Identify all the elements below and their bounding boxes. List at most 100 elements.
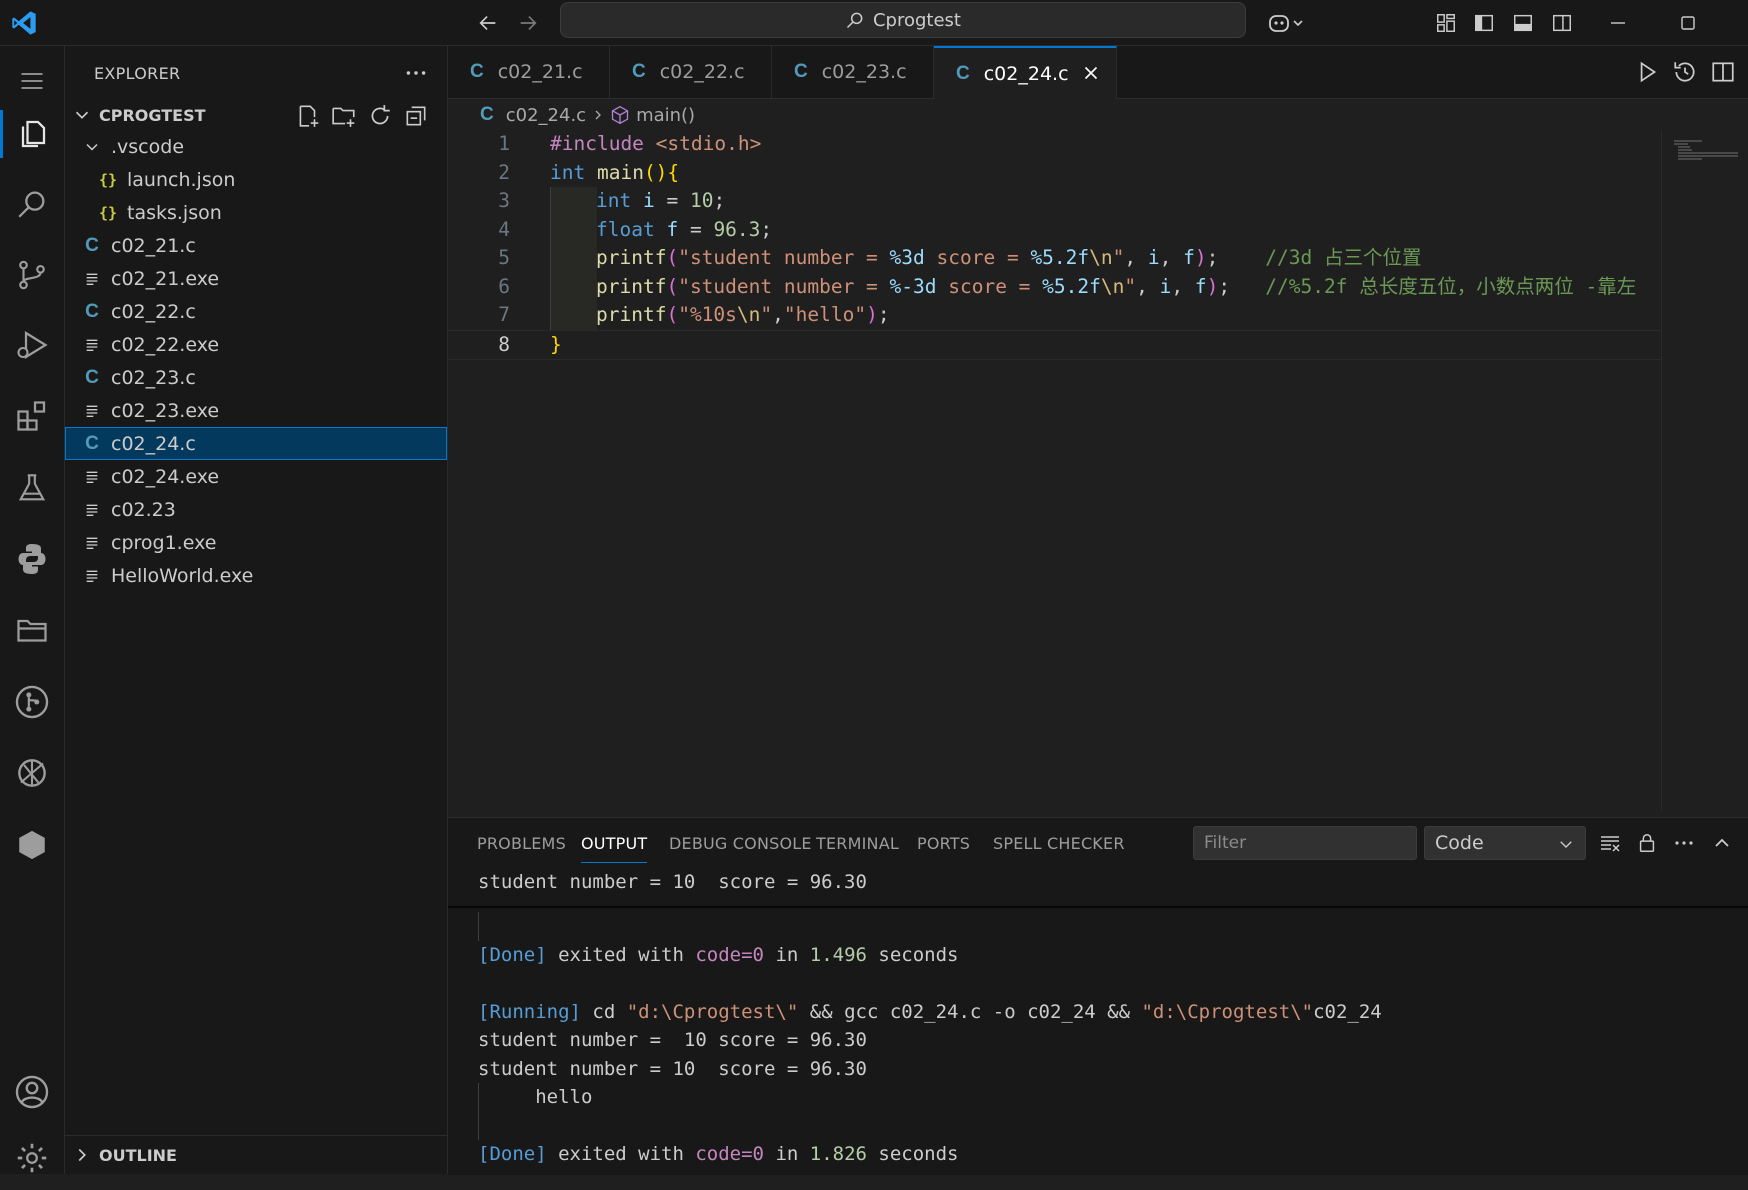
panel-tab-spell-checker[interactable]: SPELL CHECKER — [993, 834, 1125, 853]
editor-tab[interactable]: Cc02_21.c — [448, 46, 610, 98]
live-share-icon[interactable] — [0, 741, 64, 805]
breadcrumb-symbol[interactable]: main() — [636, 105, 695, 126]
editor-tab-bar: Cc02_21.c Cc02_22.c Cc02_23.c Cc02_24.c — [448, 46, 1748, 99]
maximize-icon[interactable] — [1664, 0, 1712, 45]
tree-item-label: c02_22.exe — [111, 333, 220, 356]
editor-tab-label: c02_22.c — [659, 61, 745, 83]
tree-item[interactable]: c02_24.exe — [65, 460, 447, 493]
maximize-panel-icon[interactable] — [1710, 831, 1734, 855]
tree-item[interactable]: .vscode — [65, 130, 447, 163]
panel-tab-output[interactable]: OUTPUT — [581, 834, 648, 863]
tree-item[interactable]: Cc02_21.c — [65, 229, 447, 262]
tree-item[interactable]: {} launch.json — [65, 163, 447, 196]
tree-item[interactable]: c02_22.exe — [65, 328, 447, 361]
tree-item[interactable]: cprog1.exe — [65, 526, 447, 559]
command-center-search[interactable]: Cprogtest — [560, 2, 1246, 38]
more-actions-icon[interactable] — [403, 60, 429, 86]
output-log[interactable]: student number = 10 score = 96.30 [Done]… — [448, 868, 1748, 1169]
panel-tab-ports[interactable]: PORTS — [917, 834, 970, 853]
editor-tab[interactable]: Cc02_22.c — [610, 46, 772, 98]
tree-item-label: c02_23.c — [111, 366, 196, 389]
lock-scroll-icon[interactable] — [1636, 831, 1658, 855]
toggle-primary-sidebar-icon[interactable] — [1468, 0, 1500, 45]
vscode-logo-icon — [4, 0, 44, 45]
panel-tab-terminal[interactable]: TERMINAL — [816, 834, 899, 853]
code-line[interactable]: 2 int main(){ — [448, 159, 1663, 188]
run-code-icon[interactable] — [1634, 59, 1660, 85]
line-number: 7 — [498, 303, 510, 326]
split-editor-icon[interactable] — [1710, 59, 1736, 85]
code-line[interactable]: 1 #include <stdio.h> — [448, 130, 1663, 159]
source-control-icon[interactable] — [0, 243, 64, 307]
tree-item[interactable]: Cc02_24.c — [65, 427, 447, 460]
code-line[interactable]: 8} — [448, 329, 1663, 360]
symbol-method-icon — [610, 105, 630, 125]
copilot-icon[interactable] — [1262, 0, 1312, 45]
manage-gear-icon[interactable] — [0, 1126, 64, 1190]
tree-item-label: cprog1.exe — [111, 531, 217, 554]
tree-item-label: c02_24.c — [111, 432, 196, 455]
line-number: 8 — [498, 332, 510, 356]
tree-item-label: HelloWorld.exe — [111, 564, 254, 587]
panel-tab-debug-console[interactable]: DEBUG CONSOLE — [669, 834, 812, 853]
tree-item[interactable]: Cc02_23.c — [65, 361, 447, 394]
editor-tab[interactable]: Cc02_24.c — [934, 46, 1117, 99]
run-debug-icon[interactable] — [0, 313, 64, 377]
forward-arrow-icon[interactable] — [512, 0, 544, 45]
line-text: int i = 10; — [596, 189, 726, 212]
outline-section[interactable]: OUTLINE — [65, 1135, 447, 1174]
tree-item[interactable]: c02_23.exe — [65, 394, 447, 427]
line-text: #include <stdio.h> — [550, 132, 762, 155]
tree-item-label: launch.json — [127, 168, 236, 191]
close-icon[interactable] — [1080, 62, 1102, 84]
minimap[interactable] — [1661, 130, 1748, 810]
new-folder-icon[interactable] — [331, 103, 357, 129]
code-line[interactable]: 7 printf("%10s\n","hello"); — [448, 301, 1663, 330]
minimize-icon[interactable] — [1594, 0, 1642, 45]
output-filter-input[interactable] — [1193, 826, 1417, 860]
line-text: float f = 96.3; — [596, 217, 773, 241]
testing-icon[interactable] — [0, 456, 64, 520]
code-line[interactable]: 4 float f = 96.3; — [448, 215, 1663, 244]
c-file-icon: C — [956, 62, 970, 84]
explorer-icon[interactable] — [0, 102, 64, 166]
extensions-icon[interactable] — [0, 384, 64, 448]
code-line[interactable]: 6 printf("student number = %-3d score = %… — [448, 272, 1663, 301]
customize-layout-icon[interactable] — [1430, 0, 1462, 45]
breadcrumb-file[interactable]: c02_24.c — [506, 105, 586, 126]
editor-tab-label: c02_24.c — [983, 62, 1069, 85]
code-line[interactable]: 3 int i = 10; — [448, 187, 1663, 216]
editor-tab[interactable]: Cc02_23.c — [772, 46, 934, 98]
more-actions-icon[interactable] — [1672, 831, 1696, 855]
new-file-icon[interactable] — [295, 103, 321, 129]
remote-explorer-icon[interactable] — [0, 598, 64, 662]
code-editor[interactable]: 1 #include <stdio.h> 2 int main(){3 int i = … — [448, 130, 1663, 360]
collapse-all-icon[interactable] — [403, 103, 429, 129]
timeline-history-icon[interactable] — [1672, 59, 1698, 85]
back-arrow-icon[interactable] — [472, 0, 504, 45]
tree-item[interactable]: Cc02_22.c — [65, 295, 447, 328]
code-line[interactable]: 5 printf("student number = %3d score = %5… — [448, 244, 1663, 273]
refresh-icon[interactable] — [367, 103, 393, 129]
tree-item[interactable]: {} tasks.json — [65, 196, 447, 229]
panel-tab-problems[interactable]: PROBLEMS — [477, 834, 566, 853]
tree-item[interactable]: c02.23 — [65, 493, 447, 526]
line-number: 6 — [498, 274, 510, 298]
toggle-panel-icon[interactable] — [1507, 0, 1539, 45]
containers-icon[interactable] — [0, 813, 64, 877]
workspace-folder-name: CPROGTEST — [99, 105, 206, 125]
binary-file-icon — [81, 271, 103, 287]
git-graph-icon[interactable] — [0, 670, 64, 734]
search-icon[interactable] — [0, 172, 64, 236]
workspace-folder-header[interactable]: CPROGTEST — [65, 100, 447, 130]
clear-output-icon[interactable] — [1598, 831, 1622, 855]
toggle-secondary-sidebar-icon[interactable] — [1546, 0, 1578, 45]
output-channel-select[interactable]: Code — [1424, 826, 1586, 860]
python-icon[interactable] — [0, 527, 64, 591]
output-line: hello — [448, 1083, 1748, 1112]
binary-file-icon — [81, 568, 103, 584]
accounts-icon[interactable] — [0, 1060, 64, 1124]
tree-item[interactable]: HelloWorld.exe — [65, 559, 447, 592]
tree-item[interactable]: c02_21.exe — [65, 262, 447, 295]
